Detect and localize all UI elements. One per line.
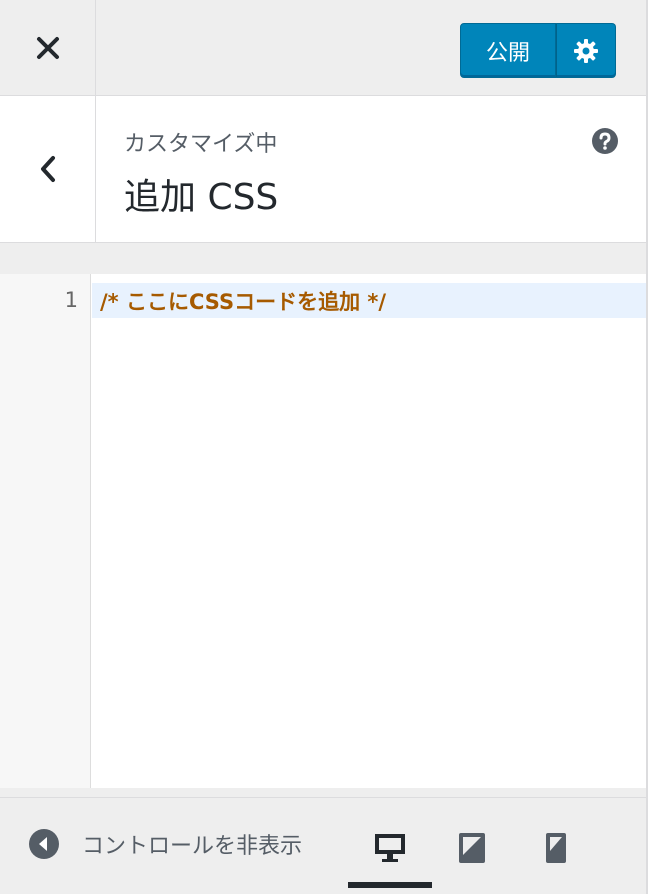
collapse-icon (29, 829, 59, 859)
css-editor[interactable]: 1 /* ここにCSSコードを追加 */ (0, 274, 646, 788)
preview-desktop-button[interactable] (370, 828, 410, 868)
desktop-icon (375, 834, 405, 862)
back-button[interactable] (0, 96, 96, 242)
preview-tablet-button[interactable] (452, 828, 492, 868)
collapse-label: コントロールを非表示 (82, 834, 303, 859)
publish-button[interactable]: 公開 (460, 23, 556, 78)
customizer-footer: コントロールを非表示 (0, 797, 646, 894)
line-number: 1 (64, 288, 78, 312)
chevron-left-icon (40, 156, 55, 182)
mobile-icon (546, 833, 566, 863)
preview-mobile-button[interactable] (536, 828, 576, 868)
close-button[interactable] (0, 0, 96, 96)
help-button[interactable] (591, 127, 619, 159)
customizer-panel: 公開 カスタマイズ中 追加 CSS 1 /* ここにCSSコードを追加 */ コ… (0, 0, 648, 894)
help-icon (592, 128, 618, 154)
editor-gutter: 1 (0, 274, 91, 788)
code-line[interactable]: /* ここにCSSコードを追加 */ (92, 283, 646, 318)
customizing-label: カスタマイズ中 (124, 132, 278, 157)
section-name: 追加 CSS (124, 177, 279, 218)
active-device-indicator (348, 882, 432, 888)
collapse-sidebar-button[interactable]: コントロールを非表示 (28, 828, 344, 860)
section-title: カスタマイズ中 追加 CSS (0, 96, 646, 243)
publish-settings-button[interactable] (556, 23, 616, 78)
tablet-icon (459, 833, 485, 863)
code-text: /* ここにCSSコードを追加 */ (100, 289, 387, 314)
publish-group: 公開 (460, 23, 616, 78)
close-icon (36, 37, 59, 59)
gear-icon (574, 38, 598, 63)
customizer-header: 公開 (0, 0, 646, 96)
